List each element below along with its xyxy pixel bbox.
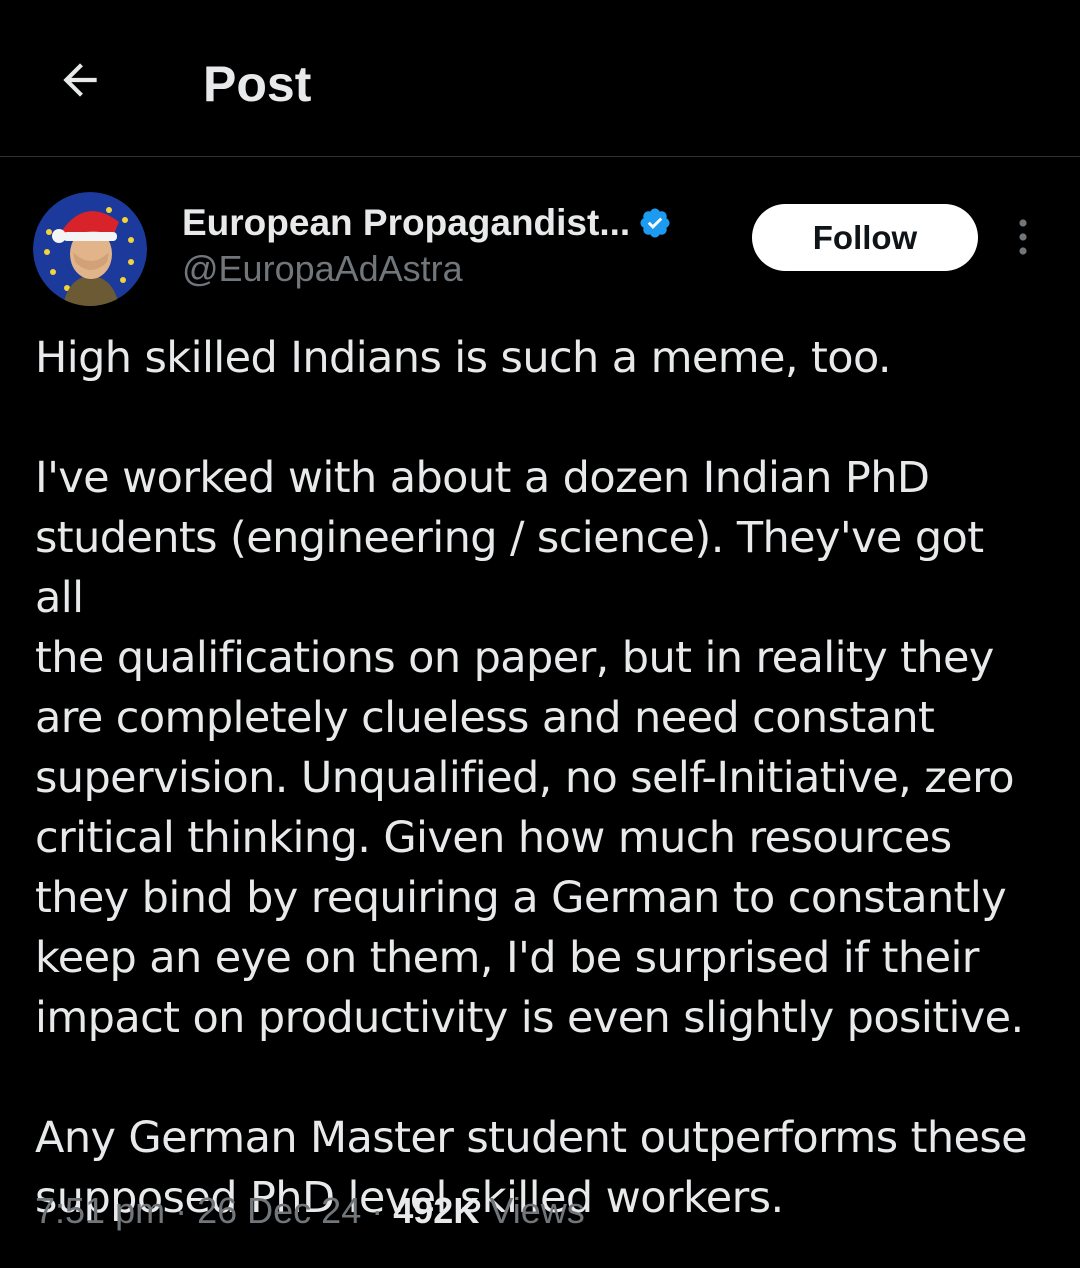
author-handle[interactable]: @EuropaAdAstra [182,248,463,290]
meta-separator: · [175,1190,188,1231]
author-name-row: European Propagandist... [182,200,672,246]
views-label: Views [489,1190,585,1231]
follow-button[interactable]: Follow [752,204,978,271]
post-meta: 7:51 pm · 26 Dec 24 · 492K Views [35,1186,585,1236]
arrow-left-icon [63,63,97,97]
more-options-button[interactable] [1000,212,1046,262]
post-paragraph: I've worked with about a dozen Indian Ph… [35,453,1024,1043]
meta-separator: · [371,1190,384,1231]
author-display-name[interactable]: European Propagandist... [182,202,630,244]
post-date[interactable]: 26 Dec 24 [197,1190,361,1231]
post-time[interactable]: 7:51 pm [35,1190,165,1231]
verified-badge-icon [638,206,672,240]
views-count: 492K [393,1190,480,1231]
avatar[interactable] [33,192,147,306]
more-vertical-icon [1019,219,1027,255]
back-button[interactable] [44,44,116,116]
page-title: Post [203,56,312,112]
post-paragraph: High skilled Indians is such a meme, too… [35,333,892,383]
top-app-bar: Post [0,0,1080,157]
post-text: High skilled Indians is such a meme, too… [35,328,1045,1228]
avatar-image [33,192,147,306]
